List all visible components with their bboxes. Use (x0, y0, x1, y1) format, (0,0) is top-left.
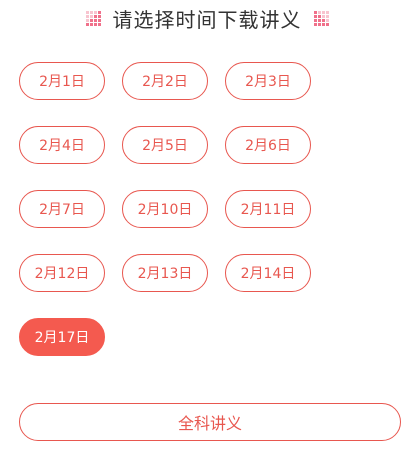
date-pill[interactable]: 2月5日 (122, 126, 208, 164)
page-title: 请选择时间下载讲义 (112, 7, 302, 32)
date-selector-grid: 2月1日 2月2日 2月3日 2月4日 2月5日 2月6日 2月7日 2月10日 2月11日 2月… (19, 62, 311, 356)
date-pill[interactable]: 2月14日 (225, 254, 311, 292)
date-pill[interactable]: 2月1日 (19, 62, 105, 100)
date-pill[interactable]: 2月6日 (225, 126, 311, 164)
date-pill[interactable]: 2月12日 (19, 254, 105, 292)
date-pill[interactable]: 2月7日 (19, 190, 105, 228)
date-pill[interactable]: 2月2日 (122, 62, 208, 100)
date-pill-selected[interactable]: 2月17日 (19, 318, 105, 356)
date-pill[interactable]: 2月3日 (225, 62, 311, 100)
dot-grid-icon (313, 10, 329, 26)
date-pill[interactable]: 2月10日 (122, 190, 208, 228)
page-header: 请选择时间下载讲义 (0, 3, 414, 33)
date-pill[interactable]: 2月4日 (19, 126, 105, 164)
dot-grid-icon (85, 10, 101, 26)
all-subjects-button[interactable]: 全科讲义 (19, 403, 401, 441)
date-pill[interactable]: 2月13日 (122, 254, 208, 292)
date-pill[interactable]: 2月11日 (225, 190, 311, 228)
